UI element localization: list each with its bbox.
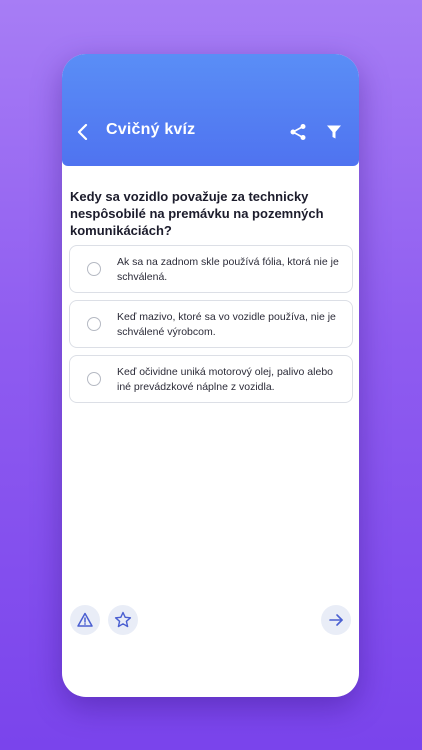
arrow-left-icon[interactable]: [76, 124, 90, 140]
filter-icon[interactable]: [326, 124, 342, 140]
phone-frame: Cvičný kvíz Kedy sa vozidlo považuje za …: [62, 54, 359, 697]
next-button[interactable]: [321, 605, 351, 635]
answer-option-2[interactable]: Keď mazivo, ktoré sa vo vozidle používa,…: [69, 300, 353, 348]
answer-options: Ak sa na zadnom skle používá fólia, ktor…: [69, 245, 353, 410]
warning-icon: [77, 612, 93, 627]
share-icon[interactable]: [289, 123, 307, 141]
arrow-right-icon: [329, 614, 343, 626]
radio-button[interactable]: [87, 317, 101, 331]
app-bar: Cvičný kvíz: [62, 54, 359, 166]
report-button[interactable]: [70, 605, 100, 635]
answer-option-1[interactable]: Ak sa na zadnom skle používá fólia, ktor…: [69, 245, 353, 293]
bottom-toolbar: [62, 597, 359, 643]
radio-button[interactable]: [87, 262, 101, 276]
answer-text: Keď očividne uniká motorový olej, palivo…: [117, 366, 333, 393]
radio-button[interactable]: [87, 372, 101, 386]
answer-option-3[interactable]: Keď očividne uniká motorový olej, palivo…: [69, 355, 353, 403]
answer-text: Keď mazivo, ktoré sa vo vozidle používa,…: [117, 311, 336, 338]
question-text: Kedy sa vozidlo považuje za technicky ne…: [70, 189, 324, 238]
star-icon: [114, 611, 132, 628]
page-title: Cvičný kvíz: [106, 121, 196, 138]
favorite-button[interactable]: [108, 605, 138, 635]
answer-text: Ak sa na zadnom skle používá fólia, ktor…: [117, 256, 339, 283]
